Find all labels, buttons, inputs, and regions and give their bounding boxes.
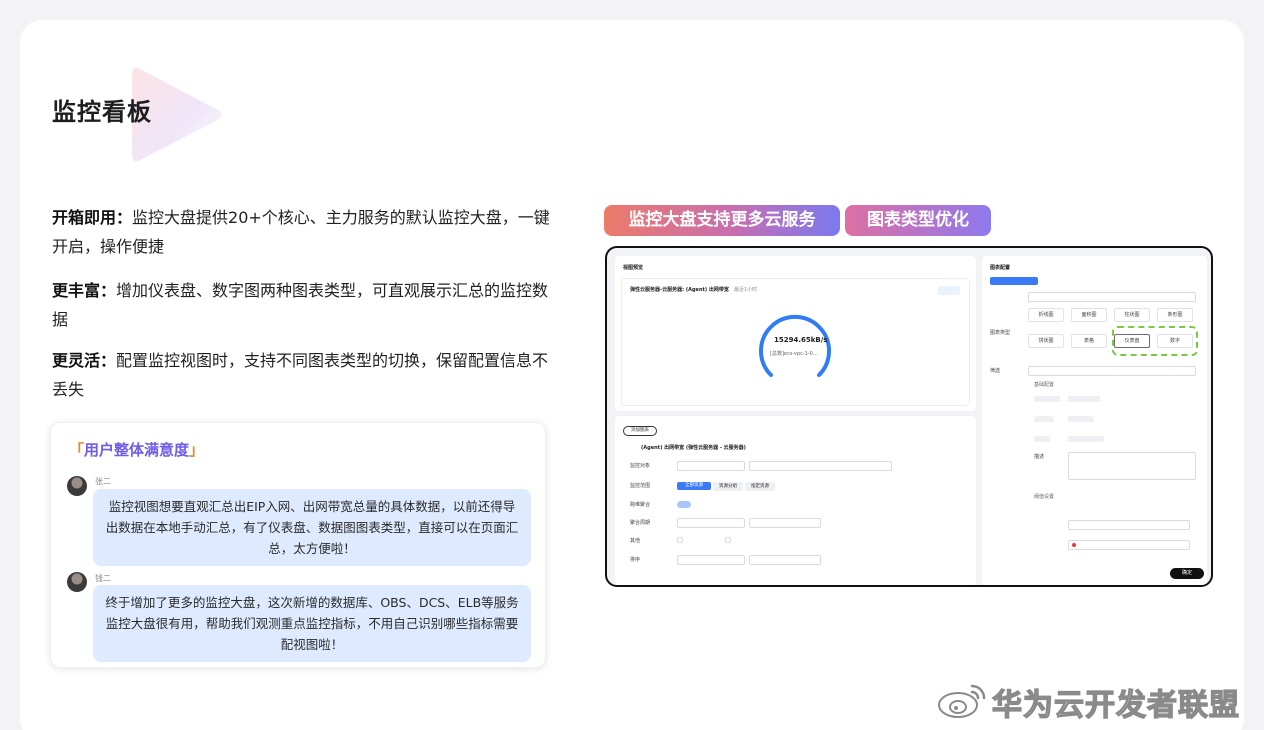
chart-card: 弹性云服务器-云服务器: (Agent) 出网带宽 最近1小时 15294.65… [621,278,970,406]
form-label: 排序 [630,557,641,563]
sort-select[interactable] [677,555,745,565]
aggregate-toggle[interactable] [677,501,691,508]
threshold-label: 阈值设置 [1034,494,1055,500]
feature-head: 更丰富： [52,281,117,300]
resource-select[interactable] [749,461,892,471]
row-key [1034,416,1054,422]
option-checkbox[interactable] [725,537,731,543]
add-chart-button[interactable]: 添加图表 [623,426,657,436]
preview-title: 视图预览 [623,265,644,271]
option-checkbox[interactable] [677,537,683,543]
chart-type-label: 图表类型 [990,330,1011,336]
feature-item-2: 更丰富：增加仪表盘、数字图两种图表类型，可直观展示汇总的监控数据 [52,276,552,334]
weibo-logo-icon [938,684,986,718]
watermark: 华为云开发者联盟 [936,676,1256,724]
chart-config-panel: 图表配置 图表类型 折线图 面积图 柱状图 条形图 饼状图 表格 仪表盘 数字 … [982,256,1207,585]
tag-more-cloud-services: 监控大盘支持更多云服务 [604,205,840,236]
form-label: 聚合周期 [630,520,651,526]
feedback-title: 「用户整体满意度」 [69,439,204,460]
row-value [1068,436,1104,442]
chart-type-bar[interactable]: 柱状图 [1114,308,1150,322]
description-textarea[interactable] [1068,452,1196,480]
chart-type-line[interactable]: 折线图 [1028,308,1064,322]
feature-item-1: 开箱即用：监控大盘提供20+个核心、主力服务的默认监控大盘，一键开启，操作便捷 [52,203,552,261]
feature-item-3: 更灵活：配置监控视图时，支持不同图表类型的切换，保留配置信息不丢失 [52,346,552,404]
feedback-title-text: 用户整体满意度 [84,441,190,459]
feature-head: 开箱即用： [52,208,133,227]
avatar [67,476,87,496]
config-title: 图表配置 [990,265,1011,271]
section-title: (Agent) 出网带宽 (弹性云服务器 - 云服务器) [641,445,746,451]
row-value [1068,416,1094,422]
confirm-button[interactable]: 确定 [1170,568,1204,579]
threshold-name-input[interactable] [1068,520,1190,530]
tag-chart-type-optimized: 图表类型优化 [845,205,991,236]
row-key [1034,436,1050,442]
sort-order-select[interactable] [749,555,821,565]
feature-body: 增加仪表盘、数字图两种图表类型，可直观展示汇总的监控数据 [52,281,549,329]
dashboard-screenshot: 视图预览 弹性云服务器-云服务器: (Agent) 出网带宽 最近1小时 152… [605,246,1213,587]
chart-type-hbar[interactable]: 条形图 [1157,308,1193,322]
chart-menu-button[interactable] [938,286,960,295]
red-dot-icon [1072,543,1076,547]
comment-user: 张二 [95,477,111,486]
avatar [67,572,87,592]
chart-type-pie[interactable]: 饼状图 [1028,334,1064,348]
page-title: 监控看板 [52,98,152,126]
filter-label: 筛选 [990,368,1001,374]
basic-config-label: 基础配置 [1034,382,1055,388]
filter-input[interactable] [1028,366,1196,376]
period-select[interactable] [677,518,745,528]
form-label: 监控对象 [630,463,651,469]
chart-title: 弹性云服务器-云服务器: (Agent) 出网带宽 [630,287,729,293]
gauge-label: [总数]ecs-vpc-1-0... [770,351,818,357]
object-select[interactable] [677,461,745,471]
chart-subtitle: 最近1小时 [734,287,758,293]
chart-type-area[interactable]: 面积图 [1071,308,1107,322]
comment-bubble: 监控视图想要直观汇总出EIP入网、出网带宽总量的具体数据，以前还得导出数据在本地… [93,489,531,566]
watermark-text: 华为云开发者联盟 [991,687,1240,723]
scope-tab-all[interactable]: 全部资源 [677,482,711,490]
comment-bubble: 终于增加了更多的监控大盘，这次新增的数据库、OBS、DCS、ELB等服务监控大盘… [93,585,531,662]
form-label: 监控范围 [630,483,651,489]
gauge-value: 15294.65kB/s [774,336,828,344]
scope-tab-group[interactable]: 资源分组 [713,482,743,491]
form-label: 跨维聚合 [630,502,651,508]
config-mode-tab[interactable] [990,277,1038,285]
user-feedback-card: 「用户整体满意度」 张二 监控视图想要直观汇总出EIP入网、出网带宽总量的具体数… [50,422,546,668]
chart-type-table[interactable]: 表格 [1071,334,1107,348]
scope-tab-specific[interactable]: 指定资源 [745,482,775,491]
bracket-close: 」 [189,441,205,459]
method-select[interactable] [749,518,821,528]
gauge-ring [759,315,831,377]
bracket-open: 「 [69,441,85,459]
comment-user: 钱二 [95,574,111,583]
detail-label: 描述 [1034,454,1045,460]
feature-head: 更灵活： [52,351,117,370]
row-value [1068,396,1100,402]
highlight-dashed-box [1112,326,1198,356]
view-select[interactable] [1028,292,1196,302]
preview-panel: 视图预览 弹性云服务器-云服务器: (Agent) 出网带宽 最近1小时 152… [615,256,976,411]
form-label: 其他 [630,538,641,544]
row-key [1034,396,1060,402]
metric-config-panel: 添加图表 (Agent) 出网带宽 (弹性云服务器 - 云服务器) 监控对象 监… [615,416,976,585]
feature-body: 配置监控视图时，支持不同图表类型的切换，保留配置信息不丢失 [52,351,549,399]
threshold-color-select[interactable] [1068,540,1190,550]
